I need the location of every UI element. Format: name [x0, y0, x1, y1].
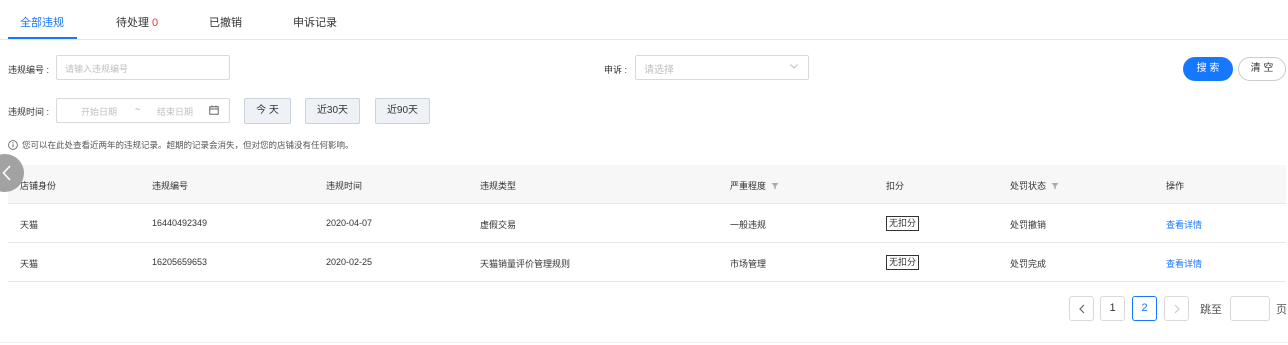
col-deduction: 扣分 — [886, 181, 905, 191]
tab-pending[interactable]: 待处理 0 — [116, 14, 158, 30]
cell-severity: 一般违规 — [730, 220, 767, 230]
violation-no-placeholder: 请输入违规编号 — [65, 64, 129, 74]
cell-violation-type: 天猫销量评价管理规则 — [480, 259, 571, 269]
last-30-days-button[interactable]: 近30天 — [305, 98, 360, 124]
appeal-select[interactable]: 请选择 — [635, 55, 809, 80]
jump-to-label: 跳至 — [1200, 304, 1222, 316]
deduction-tag: 无扣分 — [886, 216, 920, 231]
chevron-right-icon — [1174, 304, 1180, 314]
appeal-placeholder: 请选择 — [644, 65, 674, 76]
col-severity: 严重程度 — [730, 179, 779, 192]
view-details-link[interactable]: 查看详情 — [1166, 218, 1202, 231]
today-button[interactable]: 今 天 — [244, 98, 291, 124]
tab-label: 待处理 — [116, 17, 149, 29]
cell-shop-identity: 天猫 — [20, 220, 39, 230]
tab-appeal-records[interactable]: 申诉记录 — [293, 14, 337, 30]
range-separator: ~ — [135, 104, 141, 114]
violation-no-label: 违规编号 : — [8, 65, 50, 75]
page-2-button[interactable]: 2 — [1132, 296, 1157, 321]
active-tab-indicator — [8, 37, 77, 39]
col-violation-no: 违规编号 — [152, 181, 189, 191]
col-violation-type: 违规类型 — [480, 181, 517, 191]
col-severity-label: 严重程度 — [730, 181, 767, 191]
table-header: 店铺身份 违规编号 违规时间 违规类型 严重程度 扣分 处罚状态 操作 — [8, 165, 1286, 204]
filter-icon[interactable] — [771, 182, 779, 190]
notice-text-row: 您可以在此处查看近两年的违规记录。超期的记录会消失，但对您的店铺没有任何影响。 — [8, 139, 354, 151]
violation-time-label: 违规时间 : — [8, 107, 50, 117]
divider — [0, 342, 1288, 343]
tab-revoked[interactable]: 已撤销 — [209, 14, 242, 30]
col-penalty-status-label: 处罚状态 — [1010, 181, 1047, 191]
table-row: 天猫 16205659653 2020-02-25 天猫销量评价管理规则 市场管… — [8, 243, 1286, 282]
tab-bar: 全部违规 待处理 0 已撤销 申诉记录 — [0, 0, 1288, 40]
calendar-icon — [209, 105, 219, 115]
cell-violation-time: 2020-02-25 — [326, 257, 373, 267]
last-90-days-button[interactable]: 近90天 — [375, 98, 430, 124]
notice-text: 您可以在此处查看近两年的违规记录。超期的记录会消失，但对您的店铺没有任何影响。 — [22, 140, 354, 150]
appeal-label: 申诉 : — [604, 65, 628, 75]
cell-violation-time: 2020-04-07 — [326, 218, 373, 228]
cell-penalty-status: 处罚完成 — [1010, 259, 1047, 269]
pending-count-badge: 0 — [152, 17, 159, 29]
col-shop-identity: 店铺身份 — [20, 181, 57, 191]
search-button[interactable]: 搜 索 — [1183, 57, 1233, 81]
chevron-left-icon — [2, 165, 11, 181]
tab-label: 全部违规 — [20, 17, 64, 29]
tab-label: 申诉记录 — [293, 17, 337, 29]
tab-label: 已撤销 — [209, 17, 242, 29]
chevron-down-icon — [790, 64, 798, 69]
chevron-left-icon — [1079, 304, 1085, 314]
info-icon — [8, 140, 18, 150]
table-row: 天猫 16440492349 2020-04-07 虚假交易 一般违规 无扣分 … — [8, 204, 1286, 243]
col-actions: 操作 — [1166, 181, 1185, 191]
page-suffix-label: 页 — [1276, 304, 1287, 316]
violation-no-input[interactable]: 请输入违规编号 — [56, 55, 230, 80]
col-violation-time: 违规时间 — [326, 181, 363, 191]
cell-violation-type: 虚假交易 — [480, 220, 517, 230]
col-penalty-status: 处罚状态 — [1010, 179, 1059, 192]
filter-icon[interactable] — [1051, 182, 1059, 190]
cell-shop-identity: 天猫 — [20, 259, 39, 269]
jump-page-input[interactable] — [1230, 296, 1270, 321]
cell-severity: 市场管理 — [730, 259, 767, 269]
end-date-placeholder: 结束日期 — [157, 107, 194, 117]
next-page-button[interactable] — [1164, 296, 1189, 321]
cell-penalty-status: 处罚撤销 — [1010, 220, 1047, 230]
prev-page-button[interactable] — [1069, 296, 1094, 321]
view-details-link[interactable]: 查看详情 — [1166, 257, 1202, 270]
clear-button[interactable]: 清 空 — [1238, 57, 1286, 81]
date-range-picker[interactable]: 开始日期 ~ 结束日期 — [56, 98, 230, 123]
page-1-button[interactable]: 1 — [1100, 296, 1125, 321]
cell-violation-no: 16205659653 — [152, 257, 208, 267]
start-date-placeholder: 开始日期 — [81, 107, 118, 117]
cell-violation-no: 16440492349 — [152, 218, 208, 228]
tab-all-violations[interactable]: 全部违规 — [20, 14, 64, 30]
deduction-tag: 无扣分 — [886, 255, 920, 270]
